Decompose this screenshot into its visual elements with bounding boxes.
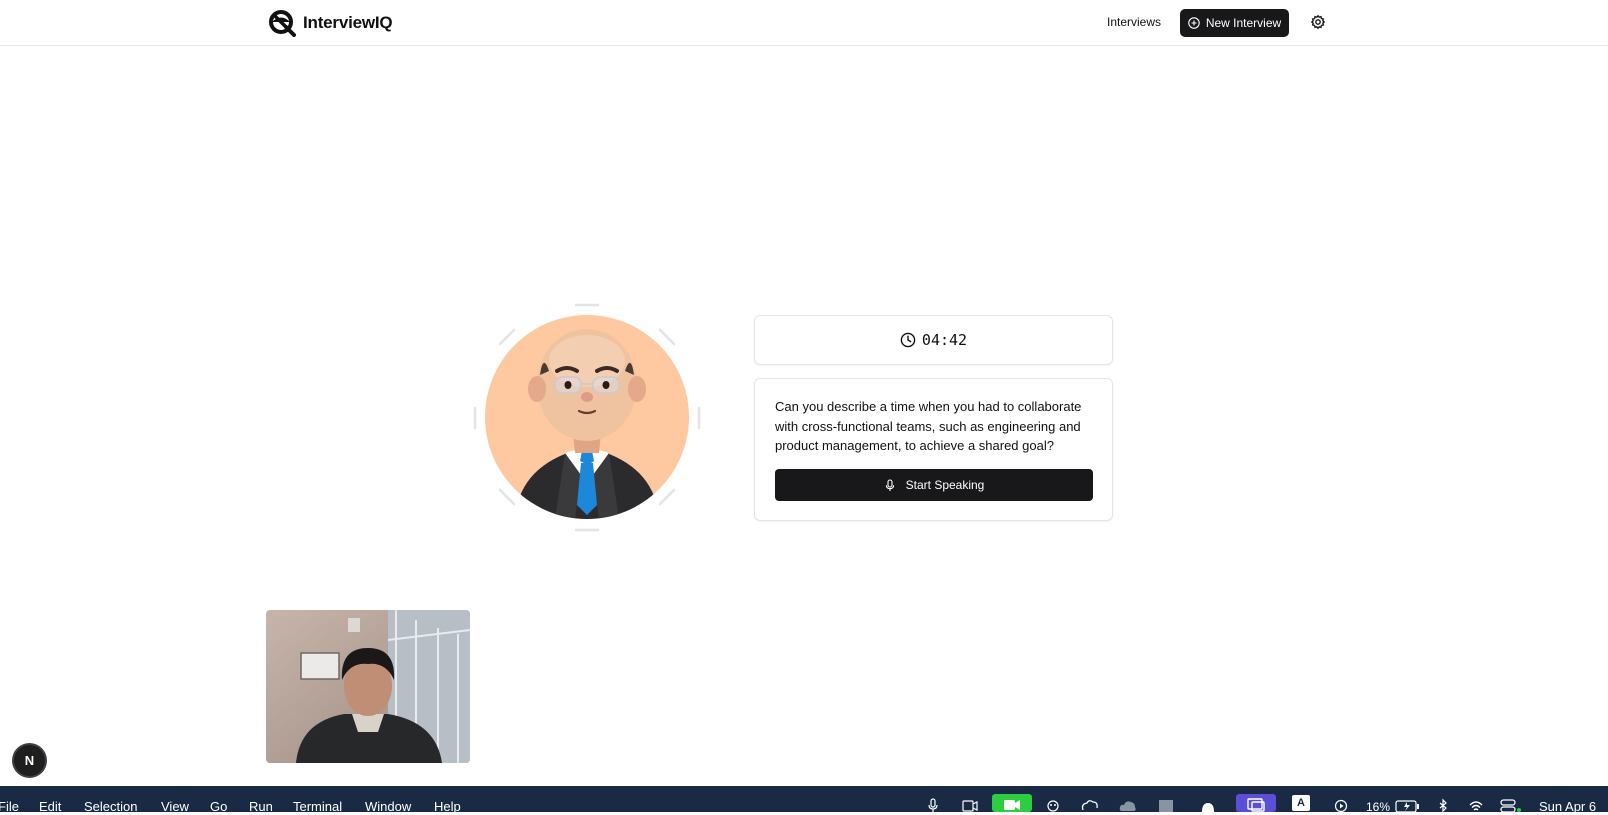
brand-name: InterviewIQ — [303, 13, 393, 32]
plus-circle-icon — [1188, 17, 1200, 29]
interviewiq-logo-icon — [269, 10, 296, 37]
camera-tray-icon[interactable] — [962, 798, 978, 812]
nextjs-dev-badge[interactable]: N — [14, 745, 45, 776]
play-circle-tray-icon[interactable] — [1333, 798, 1349, 812]
nav-interviews-link[interactable]: Interviews — [1107, 15, 1161, 29]
new-interview-label: New Interview — [1205, 16, 1282, 30]
mascot-tray-icon[interactable] — [1045, 798, 1061, 812]
microphone-tray-icon[interactable] — [925, 798, 941, 812]
avatar-image — [485, 315, 689, 519]
timer-card: 04:42 — [754, 315, 1113, 365]
screen-share-tray-icon[interactable] — [1236, 794, 1276, 812]
timer-value: 04:42 — [921, 331, 968, 349]
notification-tray-icon[interactable] — [1200, 798, 1216, 812]
control-center-icon[interactable] — [1500, 798, 1522, 812]
settings-gear-icon[interactable] — [1310, 14, 1326, 30]
interview-question: Can you describe a time when you had to … — [775, 399, 1082, 453]
facetime-video-icon[interactable] — [992, 794, 1032, 812]
os-menubar: File Edit Selection View Go Run Terminal… — [0, 786, 1608, 814]
question-card: Can you describe a time when you had to … — [754, 378, 1113, 521]
cloud-sync-tray-icon[interactable] — [1118, 798, 1138, 812]
new-interview-button[interactable]: New Interview — [1180, 9, 1289, 37]
bluetooth-icon[interactable] — [1435, 798, 1451, 812]
battery-charging-icon[interactable] — [1395, 798, 1421, 812]
wifi-icon[interactable] — [1468, 798, 1484, 812]
webcam-preview — [266, 610, 470, 763]
top-navbar: InterviewIQ Interviews New Interview — [0, 0, 1608, 46]
creative-cloud-tray-icon[interactable] — [1080, 798, 1100, 812]
interviewer-avatar — [470, 300, 704, 534]
window-tray-icon[interactable] — [1158, 798, 1174, 812]
microphone-icon — [885, 478, 894, 491]
clock-icon — [900, 332, 916, 348]
start-speaking-label: Start Speaking — [905, 478, 985, 492]
input-source-a-icon[interactable]: A — [1292, 795, 1310, 811]
start-speaking-button[interactable]: Start Speaking — [775, 469, 1093, 501]
brand[interactable]: InterviewIQ — [268, 9, 393, 37]
